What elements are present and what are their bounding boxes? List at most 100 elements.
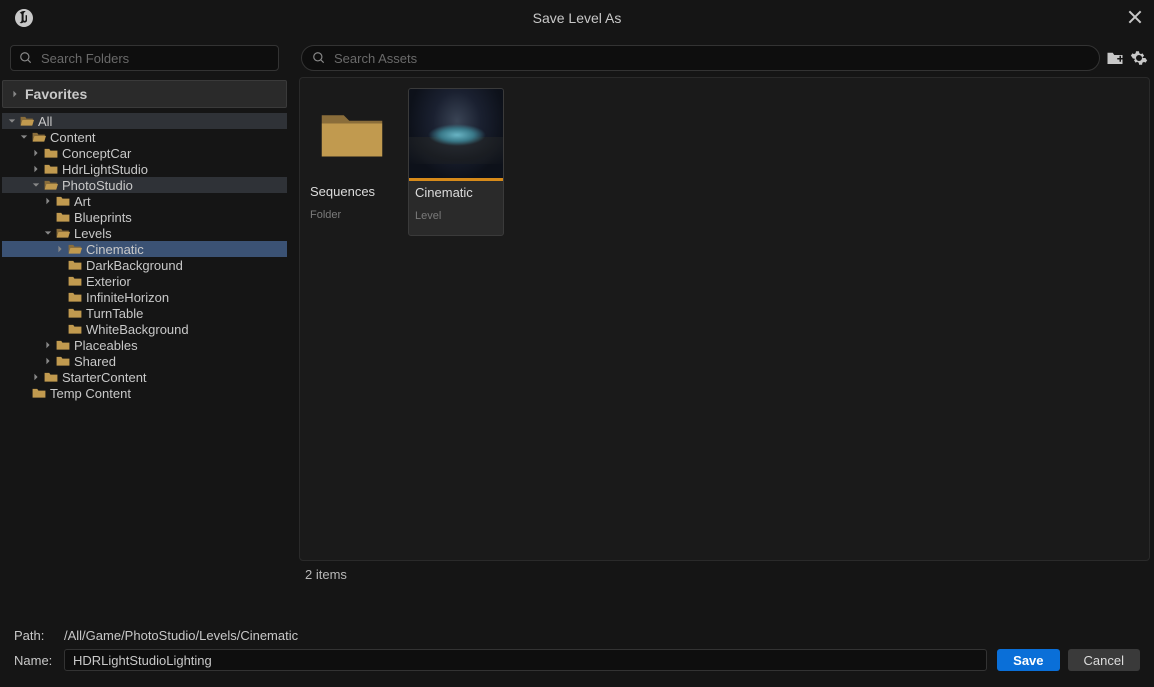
folder-icon [20,115,34,127]
search-icon [19,51,33,65]
tree-item-label: Art [74,194,91,209]
asset-tile-sequences[interactable]: Sequences Folder [304,88,400,236]
tree-item-label: Blueprints [74,210,132,225]
tree-item-label: InfiniteHorizon [86,290,169,305]
folder-icon [68,307,82,319]
asset-type: Folder [310,209,394,221]
folder-icon [32,131,46,143]
tree-item-label: Levels [74,226,112,241]
tree-item-exterior[interactable]: Exterior [2,273,287,289]
tree-item-blueprints[interactable]: Blueprints [2,209,287,225]
window-title: Save Level As [533,10,622,26]
name-input[interactable] [64,649,987,671]
tree-item-photostudio[interactable]: PhotoStudio [2,177,287,193]
asset-search[interactable] [301,45,1100,71]
tree-item-label: Cinematic [86,242,144,257]
tree-item-label: Temp Content [50,386,131,401]
status-bar: 2 items [295,561,1154,588]
folder-icon [56,355,70,367]
asset-tile-cinematic[interactable]: Cinematic Level [408,88,504,236]
chevron-right-icon[interactable] [42,341,54,349]
tree-item-cinematic[interactable]: Cinematic [2,241,287,257]
tree-item-hdrlightstudio[interactable]: HdrLightStudio [2,161,287,177]
folder-search[interactable] [10,45,279,71]
tree-item-placeables[interactable]: Placeables [2,337,287,353]
path-value: /All/Game/PhotoStudio/Levels/Cinematic [64,628,298,643]
tree-item-startercontent[interactable]: StarterContent [2,369,287,385]
bottom-form: Path: /All/Game/PhotoStudio/Levels/Cinem… [0,588,1154,687]
folder-icon [56,227,70,239]
folder-icon [44,371,58,383]
chevron-right-icon[interactable] [30,149,42,157]
asset-name: Cinematic [415,185,497,200]
asset-grid[interactable]: Sequences Folder Cinematic Level [299,77,1150,561]
chevron-right-icon[interactable] [42,357,54,365]
tree-item-label: ConceptCar [62,146,131,161]
chevron-right-icon[interactable] [54,245,66,253]
tree-item-content[interactable]: Content [2,129,287,145]
add-folder-icon[interactable] [1106,49,1124,67]
tree-item-label: All [38,114,52,129]
folder-icon [56,195,70,207]
favorites-label: Favorites [25,86,87,102]
tree-item-shared[interactable]: Shared [2,353,287,369]
folder-icon [68,291,82,303]
folder-search-input[interactable] [41,51,270,66]
folder-icon [68,323,82,335]
tree-item-darkbackground[interactable]: DarkBackground [2,257,287,273]
asset-thumbnail [409,89,504,181]
tree-item-label: HdrLightStudio [62,162,148,177]
tree-item-whitebackground[interactable]: WhiteBackground [2,321,287,337]
chevron-down-icon[interactable] [6,117,18,125]
tree-item-all[interactable]: All [2,113,287,129]
folder-icon [68,259,82,271]
asset-search-input[interactable] [334,51,1089,66]
unreal-logo-icon [14,8,34,28]
asset-panel: Sequences Folder Cinematic Level 2 items [295,36,1154,588]
search-icon [312,51,326,65]
chevron-down-icon[interactable] [42,229,54,237]
tree-item-conceptcar[interactable]: ConceptCar [2,145,287,161]
settings-gear-icon[interactable] [1130,49,1148,67]
tree-item-label: Exterior [86,274,131,289]
tree-item-label: DarkBackground [86,258,183,273]
tree-item-temp-content[interactable]: Temp Content [2,385,287,401]
folder-icon [44,147,58,159]
tree-item-label: Content [50,130,96,145]
tree-item-label: StarterContent [62,370,147,385]
chevron-right-icon[interactable] [30,165,42,173]
folder-icon [44,163,58,175]
folder-icon [68,275,82,287]
save-button[interactable]: Save [997,649,1059,671]
titlebar: Save Level As [0,0,1154,36]
chevron-right-icon [11,85,19,103]
folder-icon [56,339,70,351]
tree-item-label: TurnTable [86,306,143,321]
close-button[interactable] [1126,8,1144,26]
path-label: Path: [14,628,58,643]
folder-sidebar: Favorites AllContentConceptCarHdrLightSt… [0,36,289,588]
folder-icon [68,243,82,255]
chevron-right-icon[interactable] [42,197,54,205]
asset-type: Level [415,210,497,222]
favorites-header[interactable]: Favorites [2,80,287,108]
tree-item-label: WhiteBackground [86,322,189,337]
chevron-down-icon[interactable] [18,133,30,141]
folder-icon [56,211,70,223]
tree-item-label: PhotoStudio [62,178,133,193]
tree-item-turntable[interactable]: TurnTable [2,305,287,321]
asset-name: Sequences [310,184,394,199]
tree-item-levels[interactable]: Levels [2,225,287,241]
name-label: Name: [14,653,58,668]
tree-item-art[interactable]: Art [2,193,287,209]
tree-item-label: Placeables [74,338,138,353]
folder-tree[interactable]: AllContentConceptCarHdrLightStudioPhotoS… [0,111,289,588]
cancel-button[interactable]: Cancel [1068,649,1140,671]
asset-thumbnail [304,88,400,180]
folder-icon [32,387,46,399]
chevron-right-icon[interactable] [30,373,42,381]
tree-item-label: Shared [74,354,116,369]
folder-icon [44,179,58,191]
tree-item-infinitehorizon[interactable]: InfiniteHorizon [2,289,287,305]
chevron-down-icon[interactable] [30,181,42,189]
